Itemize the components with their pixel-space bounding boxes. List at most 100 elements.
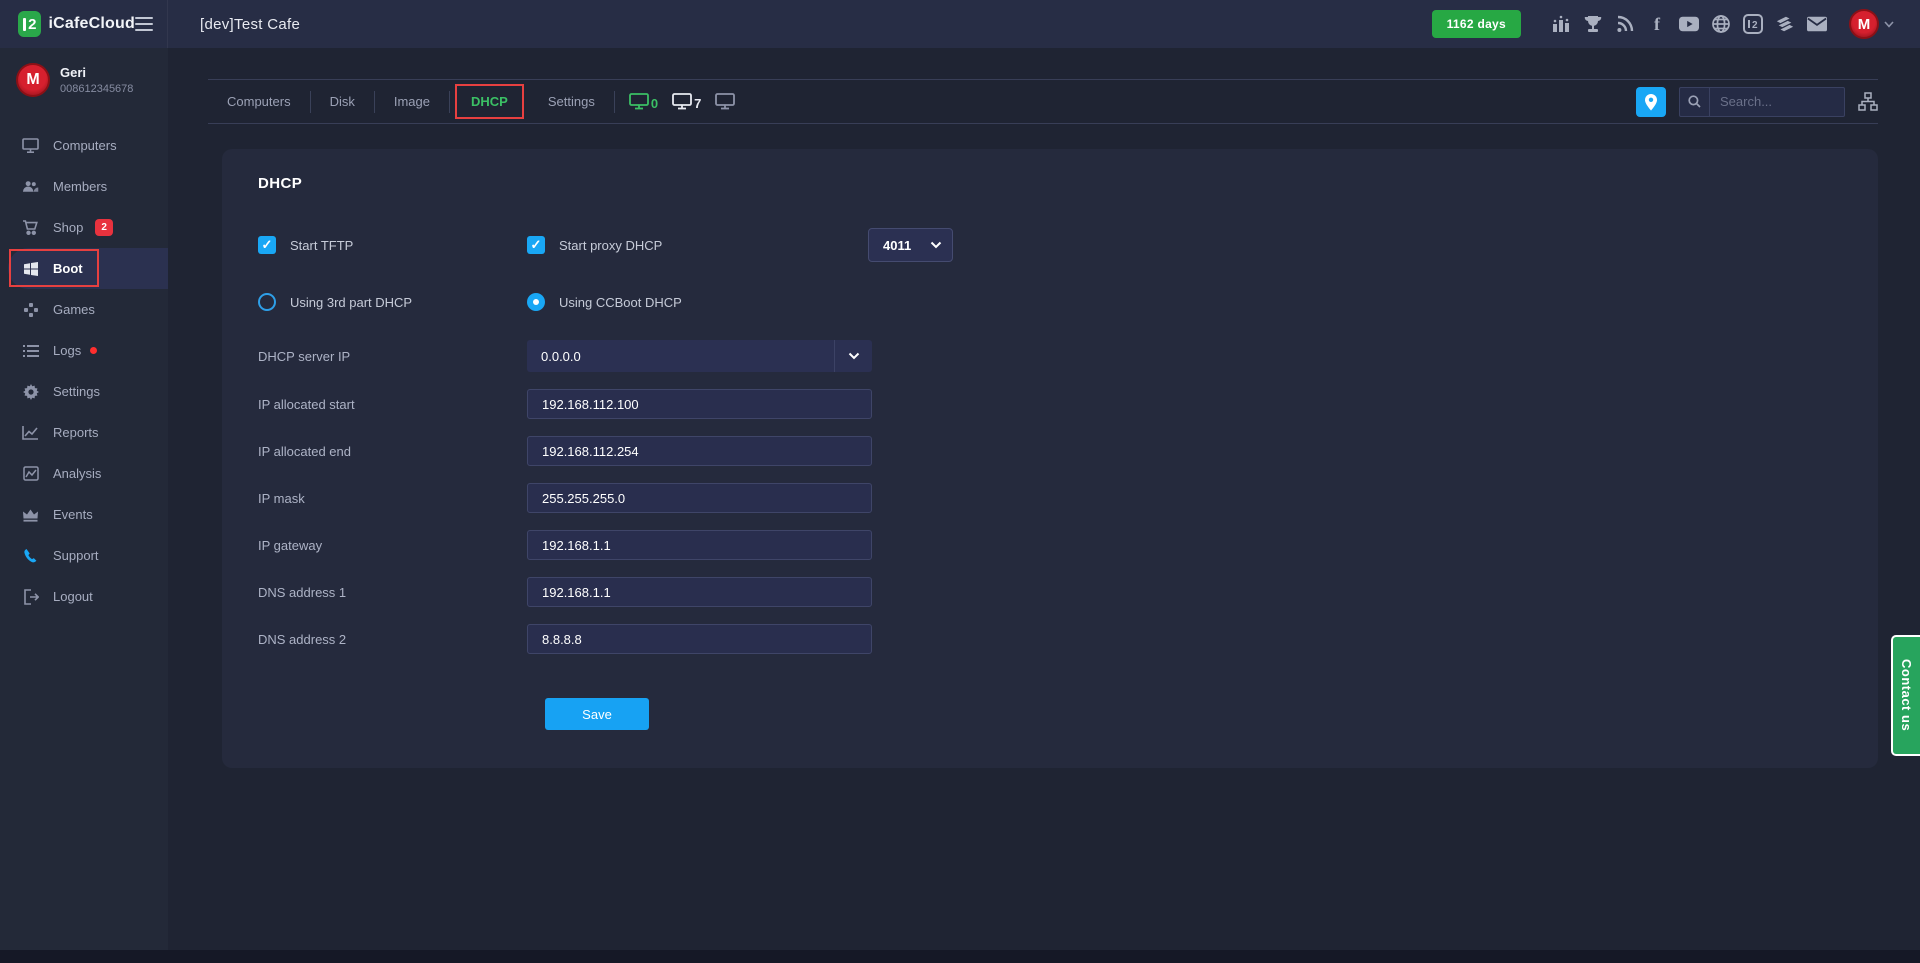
gear-icon (22, 383, 39, 400)
icafecloud-logo-icon: 2 (18, 11, 41, 37)
ip-mask-row: IP mask (258, 483, 1878, 513)
chart-line-icon (22, 424, 39, 441)
gamepad-icon (22, 301, 39, 318)
dhcp-server-ip-select[interactable]: 0.0.0.0 (527, 340, 872, 372)
sidebar-item-support[interactable]: Support (0, 535, 168, 576)
third-party-dhcp-label: Using 3rd part DHCP (290, 295, 412, 310)
network-topology-icon[interactable] (1858, 92, 1878, 111)
start-tftp-checkbox[interactable]: ✓ (258, 236, 276, 254)
chevron-down-icon (930, 241, 942, 249)
field-label: DNS address 2 (258, 632, 527, 647)
sidebar-item-boot[interactable]: Boot (8, 248, 168, 289)
sidebar-item-label: Analysis (53, 466, 101, 481)
search-box (1679, 87, 1845, 117)
top-header: 2 iCafeCloud [dev]Test Cafe 1162 days (0, 0, 1920, 48)
mail-icon[interactable] (1807, 14, 1827, 34)
layers-icon[interactable] (1775, 14, 1795, 34)
ccboot-dhcp-radio[interactable] (527, 293, 545, 311)
sidebar-item-events[interactable]: Events (0, 494, 168, 535)
youtube-icon[interactable] (1679, 14, 1699, 34)
ranking-icon[interactable] (1551, 14, 1571, 34)
other-computers-counter[interactable] (715, 93, 735, 110)
field-label: IP allocated end (258, 444, 527, 459)
logs-alert-dot (90, 347, 97, 354)
boot-tab-bar: Computers Disk Image DHCP Settings 0 (208, 79, 1878, 124)
ip-allocated-end-input[interactable] (527, 436, 872, 466)
sidebar-item-analysis[interactable]: Analysis (0, 453, 168, 494)
tab-settings[interactable]: Settings (529, 94, 614, 109)
sidebar-item-shop[interactable]: Shop 2 (0, 207, 168, 248)
sidebar-user-block: M Geri 008612345678 (0, 48, 168, 107)
account-chevron-down-icon[interactable] (1884, 15, 1894, 33)
third-party-dhcp-radio[interactable] (258, 293, 276, 311)
field-label: IP gateway (258, 538, 527, 553)
location-pin-button[interactable] (1636, 87, 1666, 117)
computer-status-counters: 0 7 (629, 93, 735, 110)
ip-allocated-start-row: IP allocated start (258, 389, 1878, 419)
dhcp-server-ip-row: DHCP server IP 0.0.0.0 (258, 340, 1878, 372)
logout-icon (22, 588, 39, 605)
list-icon (22, 342, 39, 359)
sidebar-avatar: M (16, 63, 50, 97)
offline-computers-counter[interactable]: 7 (672, 93, 701, 110)
monitor-icon (22, 137, 39, 154)
search-input[interactable] (1710, 88, 1844, 116)
dns-address-1-input[interactable] (527, 577, 872, 607)
save-button[interactable]: Save (545, 698, 649, 730)
tab-computers[interactable]: Computers (208, 94, 310, 109)
user-avatar[interactable]: M (1849, 9, 1879, 39)
sidebar-item-label: Games (53, 302, 95, 317)
ip-mask-input[interactable] (527, 483, 872, 513)
sidebar-item-games[interactable]: Games (0, 289, 168, 330)
online-computers-counter[interactable]: 0 (629, 93, 658, 110)
license-days-badge[interactable]: 1162 days (1432, 10, 1521, 38)
cafe-title: [dev]Test Cafe (200, 16, 300, 33)
icafecloud-app-icon[interactable]: 2 (1743, 14, 1763, 34)
globe-icon[interactable] (1711, 14, 1731, 34)
ip-allocated-start-input[interactable] (527, 389, 872, 419)
tab-dhcp[interactable]: DHCP (455, 84, 524, 119)
start-proxy-dhcp-checkbox[interactable]: ✓ (527, 236, 545, 254)
sidebar-item-label: Settings (53, 384, 100, 399)
contact-us-tab[interactable]: Contact us (1891, 635, 1920, 756)
facebook-icon[interactable]: f (1647, 14, 1667, 34)
windows-icon (22, 260, 39, 277)
crown-icon (22, 506, 39, 523)
main-content: Computers Disk Image DHCP Settings 0 (168, 48, 1920, 963)
cart-icon (22, 219, 39, 236)
sidebar-item-reports[interactable]: Reports (0, 412, 168, 453)
tab-disk[interactable]: Disk (311, 94, 374, 109)
sidebar-item-settings[interactable]: Settings (0, 371, 168, 412)
sidebar-item-label: Logs (53, 343, 81, 358)
tab-image[interactable]: Image (375, 94, 449, 109)
sidebar-item-label: Reports (53, 425, 99, 440)
tftp-proxy-row: ✓ Start TFTP ✓ Start proxy DHCP 4011 (258, 228, 1878, 262)
sidebar-item-logout[interactable]: Logout (0, 576, 168, 617)
user-phone: 008612345678 (60, 83, 133, 95)
menu-toggle-icon[interactable] (135, 17, 153, 31)
dns-address-1-row: DNS address 1 (258, 577, 1878, 607)
sidebar-item-label: Shop (53, 220, 83, 235)
online-count: 0 (651, 97, 658, 110)
sidebar-item-logs[interactable]: Logs (0, 330, 168, 371)
svg-text:2: 2 (1752, 20, 1758, 31)
dns-address-2-input[interactable] (527, 624, 872, 654)
field-label: IP allocated start (258, 397, 527, 412)
sidebar-item-members[interactable]: Members (0, 166, 168, 207)
shop-count-badge: 2 (95, 219, 113, 236)
sidebar-item-label: Logout (53, 589, 93, 604)
proxy-port-select[interactable]: 4011 (868, 228, 953, 262)
dhcp-panel: DHCP ✓ Start TFTP ✓ Start proxy DHCP 401… (222, 149, 1878, 768)
panel-title: DHCP (258, 175, 1878, 192)
sidebar-item-computers[interactable]: Computers (0, 125, 168, 166)
ip-gateway-input[interactable] (527, 530, 872, 560)
sidebar: M Geri 008612345678 Computers (0, 48, 168, 963)
header-actions: 1162 days (1432, 9, 1920, 39)
phone-icon (22, 547, 39, 564)
chevron-down-icon (834, 340, 872, 372)
start-tftp-label: Start TFTP (290, 238, 353, 253)
brand-name: iCafeCloud (48, 15, 134, 33)
trophy-icon[interactable] (1583, 14, 1603, 34)
offline-count: 7 (694, 97, 701, 110)
rss-icon[interactable] (1615, 14, 1635, 34)
